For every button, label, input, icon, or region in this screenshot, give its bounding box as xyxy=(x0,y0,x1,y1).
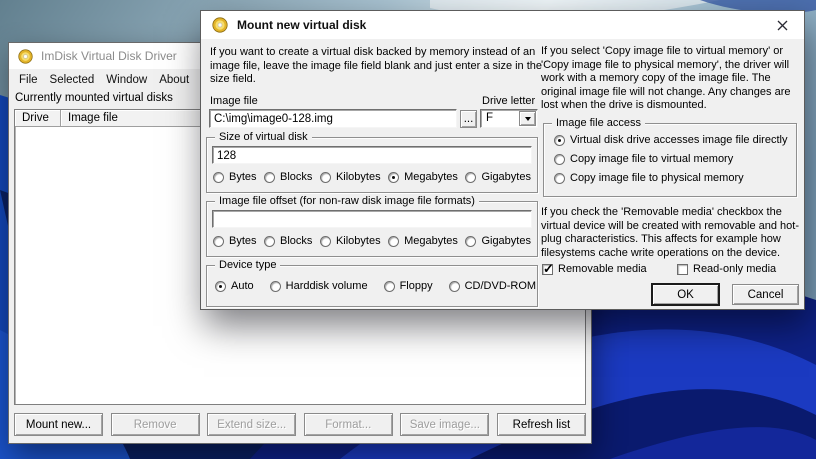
intro-text: If you want to create a virtual disk bac… xyxy=(210,46,543,85)
radio-icon xyxy=(465,171,477,183)
radio-icon xyxy=(319,171,331,183)
mount-new-button[interactable]: Mount new... xyxy=(14,413,104,436)
radio-icon xyxy=(269,280,281,292)
radio-icon xyxy=(554,153,565,165)
refresh-list-button[interactable]: Refresh list xyxy=(496,413,586,436)
device-cd-dvd-rom[interactable]: CD/DVD-ROM xyxy=(448,280,536,292)
size-of-virtual-disk-group: Size of virtual disk Bytes Blocks Kiloby… xyxy=(206,130,538,193)
size-unit-gigabytes[interactable]: Gigabytes xyxy=(465,171,531,183)
offset-unit-kilobytes[interactable]: Kilobytes xyxy=(319,235,381,247)
offset-unit-megabytes[interactable]: Megabytes xyxy=(388,235,458,247)
memory-copy-info-text: If you select 'Copy image file to virtua… xyxy=(541,45,791,111)
offset-input[interactable] xyxy=(212,210,532,228)
dialog-body: If you want to create a virtual disk bac… xyxy=(201,39,804,309)
menu-window[interactable]: Window xyxy=(100,71,153,89)
radio-icon xyxy=(264,171,276,183)
drive-letter-label: Drive letter xyxy=(482,95,536,107)
removable-media-checkbox[interactable]: Removable media xyxy=(542,261,647,277)
radio-icon xyxy=(554,172,565,184)
size-group-title: Size of virtual disk xyxy=(215,130,312,144)
dialog-titlebar[interactable]: Mount new virtual disk xyxy=(201,11,804,39)
extend-size-button[interactable]: Extend size... xyxy=(207,413,297,436)
radio-icon xyxy=(213,171,224,183)
size-unit-bytes[interactable]: Bytes xyxy=(213,171,257,183)
read-only-media-checkbox[interactable]: Read-only media xyxy=(677,263,776,275)
main-window-button-row: Mount new... Remove Extend size... Forma… xyxy=(14,413,586,436)
image-file-label: Image file xyxy=(210,95,258,107)
size-unit-kilobytes[interactable]: Kilobytes xyxy=(319,171,381,183)
size-units-row: Bytes Blocks Kilobytes Megabytes Gigabyt… xyxy=(213,171,531,183)
device-type-group: Device type Auto Harddisk volume Floppy … xyxy=(206,258,538,307)
imdisk-disc-icon xyxy=(212,17,228,33)
drive-letter-dropdown-button[interactable] xyxy=(519,111,536,126)
checkbox-icon xyxy=(677,263,688,275)
access-physical-memory[interactable]: Copy image file to physical memory xyxy=(554,172,787,184)
menu-about[interactable]: About xyxy=(153,71,195,89)
radio-selected-icon xyxy=(215,280,226,292)
device-floppy[interactable]: Floppy xyxy=(383,280,433,292)
chevron-down-icon xyxy=(524,116,531,121)
access-options: Virtual disk drive accesses image file d… xyxy=(554,134,787,184)
radio-icon xyxy=(213,235,224,247)
radio-selected-icon xyxy=(388,171,400,183)
size-unit-megabytes[interactable]: Megabytes xyxy=(388,171,458,183)
imdisk-disc-icon xyxy=(18,48,33,64)
device-harddisk-volume[interactable]: Harddisk volume xyxy=(269,280,368,292)
dialog-title: Mount new virtual disk xyxy=(237,18,367,32)
checkbox-checked-icon xyxy=(542,261,554,277)
ok-button[interactable]: OK xyxy=(652,284,719,305)
radio-icon xyxy=(264,235,276,247)
mount-new-virtual-disk-dialog: Mount new virtual disk If you want to cr… xyxy=(200,10,805,310)
cancel-button[interactable]: Cancel xyxy=(732,284,799,305)
offset-unit-blocks[interactable]: Blocks xyxy=(264,235,312,247)
drive-letter-value: F xyxy=(486,112,494,124)
radio-selected-icon xyxy=(554,134,565,146)
image-file-offset-group: Image file offset (for non-raw disk imag… xyxy=(206,194,538,257)
access-direct[interactable]: Virtual disk drive accesses image file d… xyxy=(554,134,787,146)
offset-group-title: Image file offset (for non-raw disk imag… xyxy=(215,194,479,208)
browse-button[interactable]: ... xyxy=(460,110,477,128)
offset-unit-bytes[interactable]: Bytes xyxy=(213,235,257,247)
save-image-button[interactable]: Save image... xyxy=(400,413,490,436)
radio-icon xyxy=(383,280,395,292)
drive-letter-combobox[interactable]: F xyxy=(480,109,538,128)
access-group-title: Image file access xyxy=(552,116,645,130)
image-file-access-group: Image file access Virtual disk drive acc… xyxy=(543,116,797,197)
access-virtual-memory[interactable]: Copy image file to virtual memory xyxy=(554,153,787,165)
removable-info-text: If you check the 'Removable media' check… xyxy=(541,206,800,259)
main-window-title: ImDisk Virtual Disk Driver xyxy=(41,49,177,63)
device-group-title: Device type xyxy=(215,258,281,272)
format-button[interactable]: Format... xyxy=(303,413,393,436)
radio-icon xyxy=(388,235,400,247)
close-icon xyxy=(777,20,787,30)
menu-file[interactable]: File xyxy=(13,71,44,89)
column-header-drive[interactable]: Drive xyxy=(15,110,61,127)
radio-icon xyxy=(448,280,460,292)
radio-icon xyxy=(465,235,477,247)
offset-unit-gigabytes[interactable]: Gigabytes xyxy=(465,235,531,247)
device-type-row: Auto Harddisk volume Floppy CD/DVD-ROM xyxy=(215,280,536,292)
device-auto[interactable]: Auto xyxy=(215,280,254,292)
menu-selected[interactable]: Selected xyxy=(44,71,101,89)
offset-units-row: Bytes Blocks Kilobytes Megabytes Gigabyt… xyxy=(213,235,531,247)
remove-button[interactable]: Remove xyxy=(110,413,200,436)
size-input[interactable] xyxy=(212,146,532,164)
close-button[interactable] xyxy=(771,14,793,36)
radio-icon xyxy=(319,235,331,247)
size-unit-blocks[interactable]: Blocks xyxy=(264,171,312,183)
image-file-input[interactable] xyxy=(209,109,457,128)
